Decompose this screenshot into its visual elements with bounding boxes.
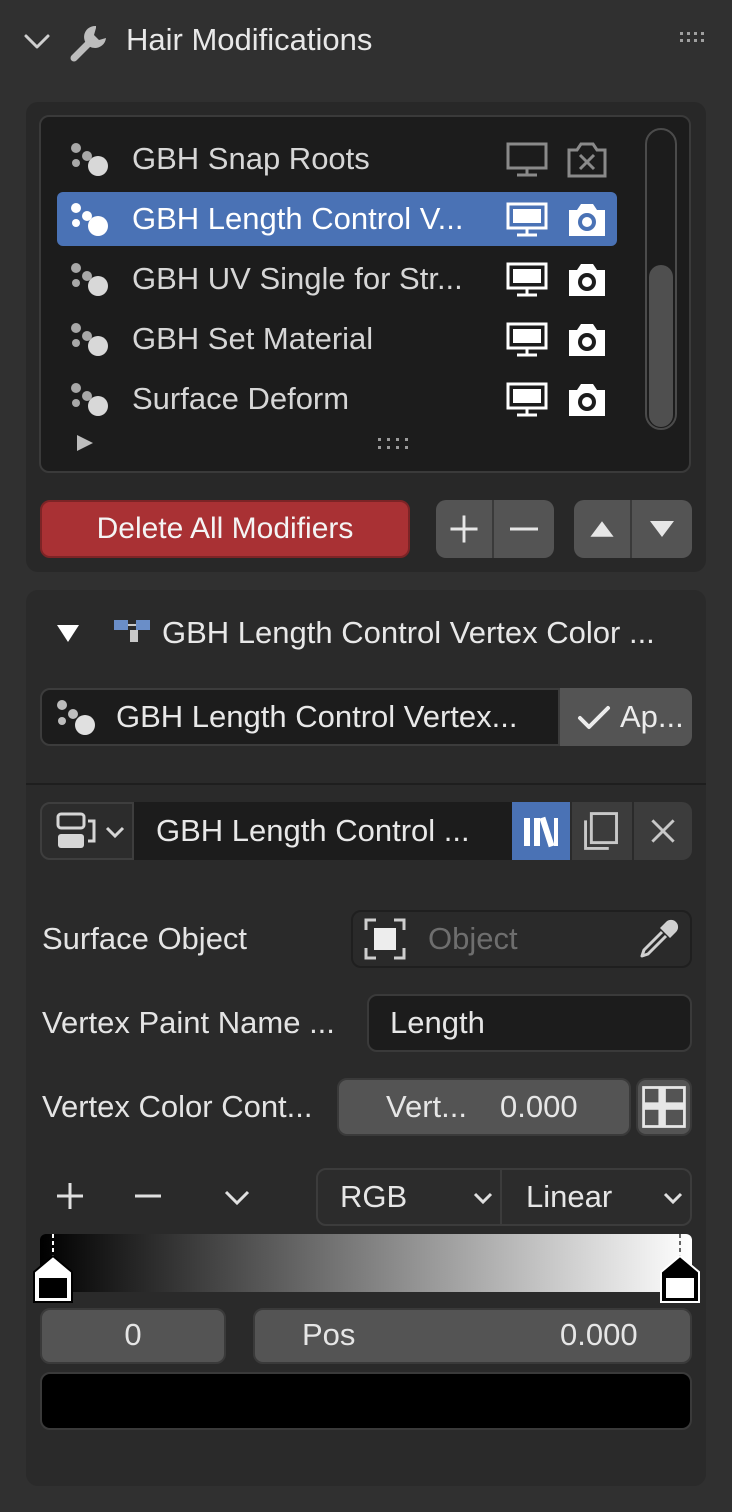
- stop-position-value: 0.000: [560, 1317, 638, 1352]
- attribute-table-icon: [642, 1086, 686, 1128]
- monitor-icon[interactable]: [505, 201, 549, 239]
- attribute-toggle-button[interactable]: [636, 1078, 692, 1136]
- list-item-label: GBH UV Single for Str...: [132, 261, 463, 296]
- vertex-color-control-field-label: Vert...: [386, 1089, 467, 1124]
- list-item-active[interactable]: GBH Length Control V...: [57, 192, 617, 246]
- stop-color-swatch[interactable]: [40, 1372, 692, 1430]
- drag-handle-icon[interactable]: [678, 30, 710, 46]
- geometry-nodes-icon: [71, 143, 108, 176]
- modifier-name-label: GBH Length Control Vertex...: [116, 699, 518, 734]
- close-icon: [651, 819, 675, 843]
- plus-icon: [450, 515, 478, 543]
- chevron-down-icon: [663, 1192, 683, 1205]
- geometry-nodes-icon: [71, 263, 108, 296]
- geometry-nodes-icon: [71, 323, 108, 356]
- delete-all-modifiers-button[interactable]: Delete All Modifiers: [40, 500, 410, 558]
- remove-modifier-button[interactable]: [494, 500, 554, 558]
- expand-triangle-icon[interactable]: [74, 432, 96, 454]
- surface-object-placeholder: Object: [428, 921, 518, 956]
- unlink-button[interactable]: [632, 802, 692, 860]
- list-item-label: GBH Snap Roots: [132, 141, 370, 176]
- camera-icon[interactable]: [565, 260, 609, 300]
- chevron-down-icon: [473, 1192, 493, 1205]
- list-item[interactable]: GBH Set Material: [57, 312, 617, 366]
- add-modifier-button[interactable]: [436, 500, 494, 558]
- collapse-triangle-icon[interactable]: [54, 620, 82, 646]
- monitor-off-icon[interactable]: [505, 141, 549, 179]
- node-group-browse-icon: [56, 812, 96, 848]
- vertex-paint-name-label: Vertex Paint Name ...: [42, 1005, 335, 1040]
- ramp-menu-chevron-icon[interactable]: [222, 1184, 252, 1210]
- object-icon: [364, 918, 406, 960]
- node-group-name: GBH Length Control ...: [156, 813, 470, 848]
- monitor-icon[interactable]: [505, 381, 549, 419]
- surface-object-label: Surface Object: [42, 921, 248, 956]
- vertex-color-control-value: 0.000: [500, 1089, 578, 1124]
- list-item[interactable]: GBH UV Single for Str...: [57, 252, 617, 306]
- camera-off-icon[interactable]: [565, 140, 609, 180]
- triangle-up-icon: [590, 521, 614, 537]
- color-ramp-gradient[interactable]: [40, 1234, 692, 1292]
- monitor-icon[interactable]: [505, 321, 549, 359]
- node-tree-icon: [114, 620, 150, 642]
- list-item-label: Surface Deform: [132, 381, 350, 416]
- list-item[interactable]: Surface Deform: [57, 372, 617, 426]
- divider: [26, 783, 706, 785]
- list-item-label: GBH Length Control V...: [132, 201, 464, 236]
- geometry-nodes-icon: [57, 700, 95, 735]
- active-stop-index-value: 0: [124, 1317, 142, 1352]
- scrollbar-thumb[interactable]: [649, 265, 673, 427]
- panel-title: Hair Modifications: [126, 22, 373, 57]
- vertex-paint-name-value: Length: [390, 1005, 485, 1040]
- interpolation-value: Linear: [526, 1179, 613, 1214]
- color-mode-value: RGB: [340, 1179, 408, 1214]
- move-up-button[interactable]: [574, 500, 632, 558]
- checkmark-icon: [578, 706, 610, 729]
- duplicate-icon: [584, 812, 618, 850]
- subpanel-title: GBH Length Control Vertex Color ...: [162, 615, 655, 650]
- wrench-icon: [70, 25, 106, 62]
- color-stop-handle-active[interactable]: [30, 1232, 76, 1304]
- apply-label: Ap...: [620, 699, 684, 734]
- duplicate-button[interactable]: [570, 802, 632, 860]
- fake-user-icon: [524, 816, 558, 848]
- camera-icon[interactable]: [565, 380, 609, 420]
- triangle-down-icon: [650, 521, 674, 537]
- vertex-color-control-field[interactable]: [337, 1078, 631, 1136]
- list-item-label: GBH Set Material: [132, 321, 374, 356]
- fake-user-button[interactable]: [512, 802, 570, 860]
- add-stop-plus-icon[interactable]: [54, 1180, 86, 1212]
- chevron-down-icon: [105, 826, 125, 839]
- move-down-button[interactable]: [632, 500, 692, 558]
- modifier-icon: [71, 383, 108, 416]
- stop-position-label: Pos: [302, 1317, 356, 1352]
- collapse-chevron-icon[interactable]: [22, 26, 52, 56]
- eyedropper-icon[interactable]: [636, 916, 682, 962]
- camera-icon[interactable]: [565, 200, 609, 240]
- remove-stop-minus-icon[interactable]: [132, 1180, 164, 1212]
- list-item[interactable]: GBH Snap Roots: [57, 132, 617, 186]
- vertex-color-control-label: Vertex Color Cont...: [42, 1089, 313, 1124]
- camera-icon[interactable]: [565, 320, 609, 360]
- color-stop-handle[interactable]: [658, 1232, 702, 1304]
- geometry-nodes-icon: [71, 203, 108, 236]
- resize-grip-icon[interactable]: [376, 436, 414, 452]
- minus-icon: [510, 527, 538, 531]
- monitor-icon[interactable]: [505, 261, 549, 299]
